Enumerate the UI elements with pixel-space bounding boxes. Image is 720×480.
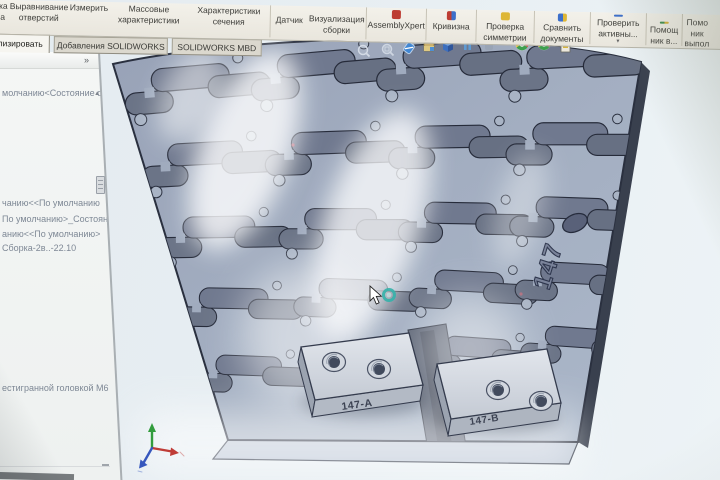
symmetry-check-icon [500,12,510,21]
check-active-icon [613,14,623,17]
tree-item[interactable]: естигранной головкой М6 [2,383,109,393]
ribbon-button-helper-2[interactable]: Помо ник выпол [681,14,712,49]
button-label: Проверка [486,20,525,32]
tree-item[interactable]: По умолчанию>_Состоян [2,214,108,224]
tree-item[interactable]: молчанию<Состояние от [2,88,106,98]
sketch-point [291,143,295,147]
plate-bottom-face [211,439,579,465]
button-label: AssemblyXpert [367,19,425,31]
button-label: Измерить [69,2,109,14]
tree-item[interactable]: Сборка-2в..-22.10 [2,243,76,253]
button-label: сборки [322,24,351,35]
ribbon-button-compare-documents[interactable]: Сравнить документы [533,10,590,45]
button-label: Помо [686,17,709,28]
ribbon-button-section-properties[interactable]: Характеристики сечения [187,4,270,38]
ribbon-button-symmetry-check[interactable]: Проверка симметрии [475,9,535,43]
button-label: Помощ [649,24,679,35]
tab-solidworks-addins[interactable]: Добавления SOLIDWORKS [53,36,168,55]
tab-evaluate[interactable]: ализировать [0,32,50,54]
expand-chevron-icon[interactable]: » [84,55,89,65]
view-orientation-icon[interactable] [423,42,435,52]
counterbore-hole [321,351,347,373]
tab-solidworks-mbd[interactable]: SOLIDWORKS MBD [171,37,262,57]
button-label: симметрии [483,31,527,43]
ribbon-button-sensor[interactable]: Датчик [269,5,309,39]
button-label: активны... [598,27,638,39]
reference-triad [137,423,185,473]
ribbon-button-mass-properties[interactable]: Массовые характеристики [109,2,188,36]
button-label: ник в... [650,34,678,46]
counterbore-hole [528,390,554,412]
ribbon-button-measure[interactable]: Измерить [67,1,110,34]
button-label: за [0,11,6,22]
ribbon-button-hole-alignment[interactable]: Выравнивание отверстий [9,0,69,33]
command-manager-ribbon: рка за Выравнивание отверстий Измерить М… [0,0,720,51]
button-label: Кривизна [432,20,470,32]
compare-documents-icon [557,13,567,22]
button-label: характеристики [117,13,180,26]
counterbore-hole [366,358,392,380]
scrollbar-tick[interactable] [102,464,109,466]
ribbon-button-assemblyxpert[interactable]: AssemblyXpert [365,7,427,41]
button-label: сечения [212,15,245,27]
panel-header: » [0,52,100,69]
counterbore-hole [485,379,511,401]
curvature-icon [446,11,456,21]
ribbon-button-curvature[interactable]: Кривизна [425,8,477,42]
button-label: документы [540,32,584,44]
button-label: отверстий [18,11,59,23]
dropdown-arrow-icon[interactable]: ▾ [616,39,619,45]
helper-icon [659,21,669,24]
button-label: выпол [684,38,710,49]
tree-item[interactable]: чанию<<По умолчанию [2,198,100,208]
panel-divider [0,466,110,467]
button-label: Визуализация [308,13,365,25]
solidworks-window: 147 147-A 147-B рка за Выравнивание отве… [0,0,720,480]
ribbon-button-helper-1[interactable]: Помощ ник в... [645,13,682,47]
ribbon-button-check-active[interactable]: Проверить активны... ▾ [589,12,646,46]
button-label: Сравнить [543,22,582,33]
ribbon-button-assembly-visualization[interactable]: Визуализация сборки [307,6,366,39]
tree-item[interactable]: анию<<По умолчанию> [2,229,100,239]
button-label: Датчик [275,14,303,26]
button-label: рка [0,0,8,11]
sketch-point [519,292,523,296]
button-label: Характеристики [197,4,261,17]
assemblyxpert-icon [391,9,401,20]
button-label: ник [690,27,704,38]
